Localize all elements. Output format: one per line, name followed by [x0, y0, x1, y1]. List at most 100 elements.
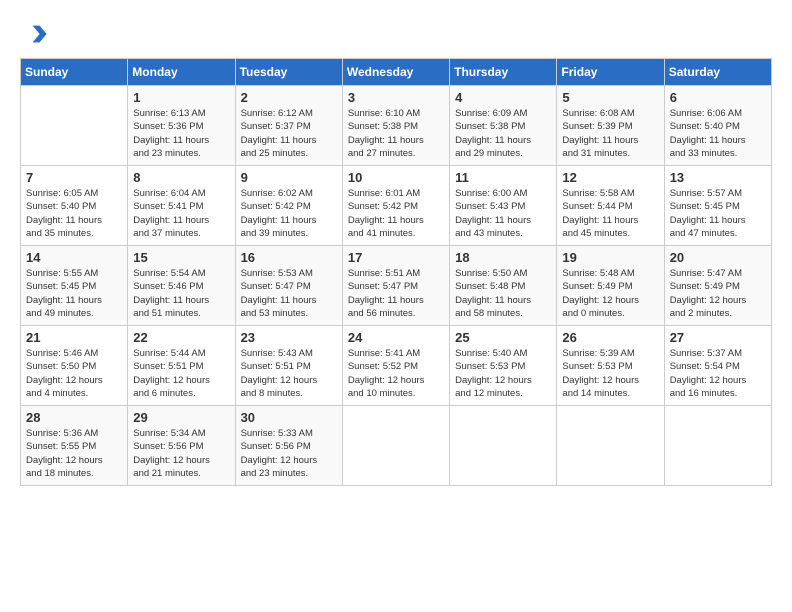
calendar-cell: 15 Sunrise: 5:54 AM Sunset: 5:46 PM Dayli…	[128, 246, 235, 326]
day-number: 3	[348, 90, 444, 105]
day-info: Sunrise: 5:55 AM Sunset: 5:45 PM Dayligh…	[26, 267, 122, 320]
calendar-cell: 4 Sunrise: 6:09 AM Sunset: 5:38 PM Daylig…	[450, 86, 557, 166]
day-info: Sunrise: 5:36 AM Sunset: 5:55 PM Dayligh…	[26, 427, 122, 480]
day-info: Sunrise: 6:00 AM Sunset: 5:43 PM Dayligh…	[455, 187, 551, 240]
day-info: Sunrise: 6:10 AM Sunset: 5:38 PM Dayligh…	[348, 107, 444, 160]
calendar-cell: 28Sunrise: 5:36 AM Sunset: 5:55 PM Dayli…	[21, 406, 128, 486]
calendar-cell: 12 Sunrise: 5:58 AM Sunset: 5:44 PM Dayli…	[557, 166, 664, 246]
day-info: Sunrise: 5:47 AM Sunset: 5:49 PM Dayligh…	[670, 267, 766, 320]
calendar-cell: 22 Sunrise: 5:44 AM Sunset: 5:51 PM Dayli…	[128, 326, 235, 406]
day-number: 30	[241, 410, 337, 425]
day-info: Sunrise: 5:54 AM Sunset: 5:46 PM Dayligh…	[133, 267, 229, 320]
calendar-cell: 29 Sunrise: 5:34 AM Sunset: 5:56 PM Dayli…	[128, 406, 235, 486]
day-number: 14	[26, 250, 122, 265]
day-number: 29	[133, 410, 229, 425]
day-number: 2	[241, 90, 337, 105]
day-info: Sunrise: 5:43 AM Sunset: 5:51 PM Dayligh…	[241, 347, 337, 400]
logo	[20, 20, 52, 48]
day-number: 9	[241, 170, 337, 185]
calendar-cell	[664, 406, 771, 486]
day-number: 8	[133, 170, 229, 185]
calendar-cell: 3 Sunrise: 6:10 AM Sunset: 5:38 PM Daylig…	[342, 86, 449, 166]
day-info: Sunrise: 5:37 AM Sunset: 5:54 PM Dayligh…	[670, 347, 766, 400]
day-number: 20	[670, 250, 766, 265]
day-number: 6	[670, 90, 766, 105]
calendar-cell: 18 Sunrise: 5:50 AM Sunset: 5:48 PM Dayli…	[450, 246, 557, 326]
logo-icon	[20, 20, 48, 48]
calendar-cell	[557, 406, 664, 486]
day-info: Sunrise: 6:09 AM Sunset: 5:38 PM Dayligh…	[455, 107, 551, 160]
day-info: Sunrise: 5:57 AM Sunset: 5:45 PM Dayligh…	[670, 187, 766, 240]
day-number: 16	[241, 250, 337, 265]
day-info: Sunrise: 5:39 AM Sunset: 5:53 PM Dayligh…	[562, 347, 658, 400]
calendar-cell: 11 Sunrise: 6:00 AM Sunset: 5:43 PM Dayli…	[450, 166, 557, 246]
calendar-cell: 8 Sunrise: 6:04 AM Sunset: 5:41 PM Daylig…	[128, 166, 235, 246]
day-info: Sunrise: 5:46 AM Sunset: 5:50 PM Dayligh…	[26, 347, 122, 400]
day-number: 25	[455, 330, 551, 345]
day-info: Sunrise: 6:05 AM Sunset: 5:40 PM Dayligh…	[26, 187, 122, 240]
calendar-cell: 24Sunrise: 5:41 AM Sunset: 5:52 PM Dayli…	[342, 326, 449, 406]
calendar-cell: 17 Sunrise: 5:51 AM Sunset: 5:47 PM Dayli…	[342, 246, 449, 326]
week-row-2: 7 Sunrise: 6:05 AM Sunset: 5:40 PM Daylig…	[21, 166, 772, 246]
col-header-thursday: Thursday	[450, 59, 557, 86]
day-info: Sunrise: 6:08 AM Sunset: 5:39 PM Dayligh…	[562, 107, 658, 160]
day-number: 15	[133, 250, 229, 265]
week-row-4: 21 Sunrise: 5:46 AM Sunset: 5:50 PM Dayli…	[21, 326, 772, 406]
calendar-cell: 14 Sunrise: 5:55 AM Sunset: 5:45 PM Dayli…	[21, 246, 128, 326]
calendar-table: SundayMondayTuesdayWednesdayThursdayFrid…	[20, 58, 772, 486]
calendar-cell: 26Sunrise: 5:39 AM Sunset: 5:53 PM Dayli…	[557, 326, 664, 406]
col-header-tuesday: Tuesday	[235, 59, 342, 86]
day-number: 5	[562, 90, 658, 105]
day-info: Sunrise: 6:04 AM Sunset: 5:41 PM Dayligh…	[133, 187, 229, 240]
day-info: Sunrise: 6:13 AM Sunset: 5:36 PM Dayligh…	[133, 107, 229, 160]
day-number: 22	[133, 330, 229, 345]
calendar-cell	[450, 406, 557, 486]
day-info: Sunrise: 5:50 AM Sunset: 5:48 PM Dayligh…	[455, 267, 551, 320]
day-number: 17	[348, 250, 444, 265]
day-number: 13	[670, 170, 766, 185]
day-number: 4	[455, 90, 551, 105]
day-number: 27	[670, 330, 766, 345]
calendar-cell: 2Sunrise: 6:12 AM Sunset: 5:37 PM Daylig…	[235, 86, 342, 166]
header-row: SundayMondayTuesdayWednesdayThursdayFrid…	[21, 59, 772, 86]
day-info: Sunrise: 5:44 AM Sunset: 5:51 PM Dayligh…	[133, 347, 229, 400]
calendar-cell: 1 Sunrise: 6:13 AM Sunset: 5:36 PM Daylig…	[128, 86, 235, 166]
week-row-1: 1 Sunrise: 6:13 AM Sunset: 5:36 PM Daylig…	[21, 86, 772, 166]
day-info: Sunrise: 5:33 AM Sunset: 5:56 PM Dayligh…	[241, 427, 337, 480]
col-header-friday: Friday	[557, 59, 664, 86]
calendar-cell: 23Sunrise: 5:43 AM Sunset: 5:51 PM Dayli…	[235, 326, 342, 406]
calendar-cell	[342, 406, 449, 486]
day-info: Sunrise: 5:58 AM Sunset: 5:44 PM Dayligh…	[562, 187, 658, 240]
day-number: 12	[562, 170, 658, 185]
week-row-3: 14 Sunrise: 5:55 AM Sunset: 5:45 PM Dayli…	[21, 246, 772, 326]
page-header	[20, 20, 772, 48]
calendar-cell: 9 Sunrise: 6:02 AM Sunset: 5:42 PM Daylig…	[235, 166, 342, 246]
week-row-5: 28Sunrise: 5:36 AM Sunset: 5:55 PM Dayli…	[21, 406, 772, 486]
day-number: 10	[348, 170, 444, 185]
calendar-cell: 25Sunrise: 5:40 AM Sunset: 5:53 PM Dayli…	[450, 326, 557, 406]
day-number: 19	[562, 250, 658, 265]
day-number: 18	[455, 250, 551, 265]
calendar-cell: 16 Sunrise: 5:53 AM Sunset: 5:47 PM Dayli…	[235, 246, 342, 326]
col-header-sunday: Sunday	[21, 59, 128, 86]
col-header-saturday: Saturday	[664, 59, 771, 86]
day-number: 1	[133, 90, 229, 105]
day-info: Sunrise: 5:51 AM Sunset: 5:47 PM Dayligh…	[348, 267, 444, 320]
calendar-cell: 20 Sunrise: 5:47 AM Sunset: 5:49 PM Dayli…	[664, 246, 771, 326]
day-info: Sunrise: 6:02 AM Sunset: 5:42 PM Dayligh…	[241, 187, 337, 240]
day-info: Sunrise: 5:48 AM Sunset: 5:49 PM Dayligh…	[562, 267, 658, 320]
day-info: Sunrise: 5:53 AM Sunset: 5:47 PM Dayligh…	[241, 267, 337, 320]
calendar-cell: 5 Sunrise: 6:08 AM Sunset: 5:39 PM Daylig…	[557, 86, 664, 166]
calendar-cell: 13 Sunrise: 5:57 AM Sunset: 5:45 PM Dayli…	[664, 166, 771, 246]
day-number: 7	[26, 170, 122, 185]
calendar-cell: 6Sunrise: 6:06 AM Sunset: 5:40 PM Daylig…	[664, 86, 771, 166]
day-number: 11	[455, 170, 551, 185]
day-info: Sunrise: 5:34 AM Sunset: 5:56 PM Dayligh…	[133, 427, 229, 480]
col-header-wednesday: Wednesday	[342, 59, 449, 86]
calendar-cell: 30 Sunrise: 5:33 AM Sunset: 5:56 PM Dayli…	[235, 406, 342, 486]
calendar-cell: 21 Sunrise: 5:46 AM Sunset: 5:50 PM Dayli…	[21, 326, 128, 406]
calendar-cell	[21, 86, 128, 166]
day-number: 21	[26, 330, 122, 345]
day-info: Sunrise: 6:01 AM Sunset: 5:42 PM Dayligh…	[348, 187, 444, 240]
calendar-cell: 10 Sunrise: 6:01 AM Sunset: 5:42 PM Dayli…	[342, 166, 449, 246]
